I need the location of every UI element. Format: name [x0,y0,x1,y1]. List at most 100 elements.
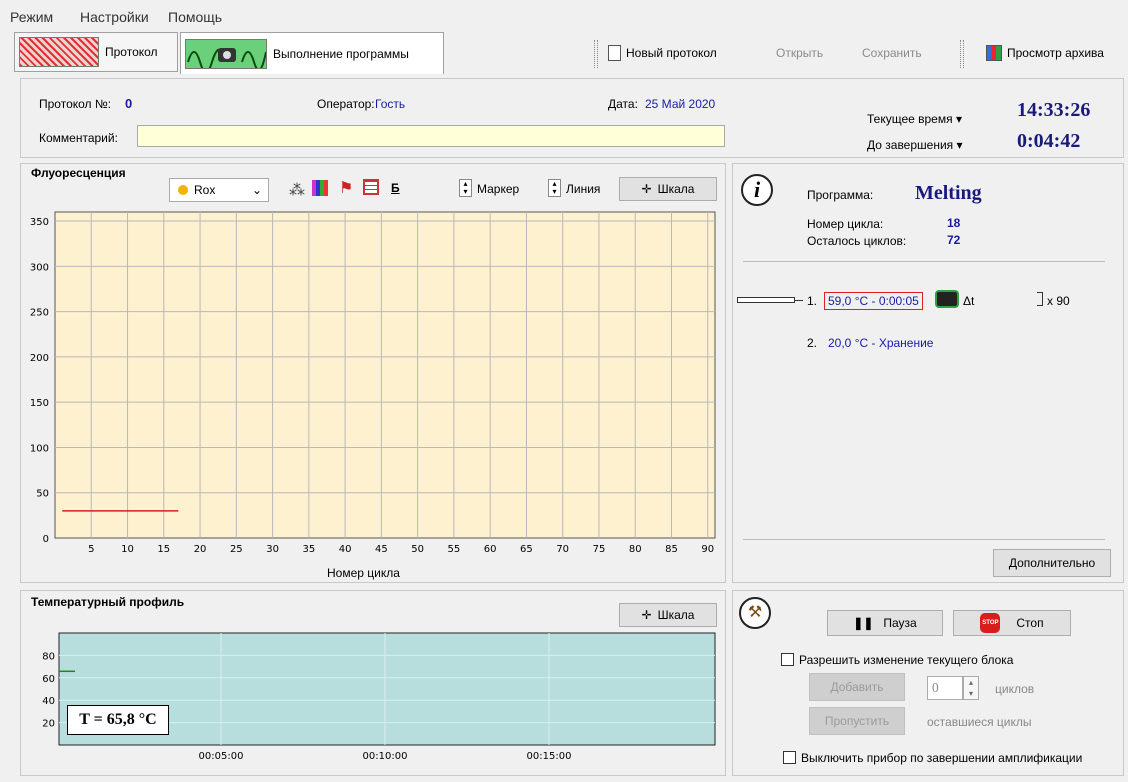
channel-value: Rox [194,183,216,197]
archive-label: Просмотр архива [1007,46,1104,60]
new-protocol-button[interactable]: Новый протокол [608,42,717,64]
fluorescence-scale-button[interactable]: ✛ Шкала [619,177,717,201]
operator-label: Оператор: [317,97,375,111]
stop-label: Стоп [1016,616,1044,630]
y-tick-label: 100 [30,443,49,454]
camera-icon [935,290,959,308]
x-tick-label: 60 [484,544,497,555]
menu-help[interactable]: Помощь [168,9,222,25]
program-info-panel: i Программа: Melting Номер цикла: 18 Ост… [732,163,1124,583]
allow-change-checkbox[interactable] [781,653,794,666]
fluorescence-title: Флуоресценция [31,166,126,180]
marker-spinner-icon[interactable]: ▴ ▾ [459,179,472,197]
chevron-down-icon: ▾ [956,138,963,152]
x-tick-label: 90 [701,544,714,555]
step1-value[interactable]: 59,0 °C - 0:00:05 [824,292,923,310]
step1-number: 1. [807,294,818,308]
comment-input[interactable] [137,125,725,147]
x-tick-label: 40 [339,544,352,555]
poweroff-checkbox[interactable] [783,751,796,764]
pause-label: Пауза [883,616,917,630]
protocol-header-panel: Протокол №: 0 Оператор: Гость Дата: 25 М… [20,78,1124,158]
stop-button[interactable]: STOP Стоп [953,610,1071,636]
crosshair-icon: ✛ [641,608,652,622]
stop-icon: STOP [980,613,1001,633]
cycle-number-value: 18 [947,216,961,230]
channel-select[interactable]: Rox ⌄ [169,178,269,202]
pause-button[interactable]: ❚❚ Пауза [827,610,943,636]
pin-tool-icon[interactable]: ⚑ [339,178,353,198]
divider [743,261,1105,262]
toolbar-separator [594,40,598,68]
menu-mode[interactable]: Режим [10,9,53,25]
date-label: Дата: [608,97,638,111]
archive-button[interactable]: Просмотр архива [986,42,1104,64]
delta-t-label: Δt [963,294,975,308]
x-tick-label: 55 [448,544,461,555]
cycles-label: циклов [995,682,1035,696]
x-tick-label: 70 [556,544,569,555]
line-spinner-icon[interactable]: ▴ ▾ [548,179,561,197]
step-connector [795,300,803,301]
tab-protocol[interactable]: Протокол [14,32,178,72]
pause-icon: ❚❚ [853,616,874,630]
date-value: 25 Май 2020 [645,97,716,111]
x-tick-label: 75 [593,544,606,555]
color-bars-icon[interactable] [312,180,328,196]
current-time-dropdown[interactable]: Текущее время ▾ [867,112,962,126]
y-tick-label: 250 [30,308,49,319]
remaining-time-dropdown[interactable]: До завершения ▾ [867,138,963,152]
temp-x-tick-label: 00:05:00 [199,751,244,762]
step2-value[interactable]: 20,0 °C - Хранение [828,336,933,350]
run-controls-panel: ⚒ ❚❚ Пауза STOP Стоп Разрешить изменение т… [732,590,1124,776]
comment-label: Комментарий: [39,131,118,145]
fluorescence-panel: Флуоресценция Rox ⌄ ⁂ ⚑ Б ▴ ▾ Маркер ▴ ▾ Л… [20,163,726,583]
poweroff-label: Выключить прибор по завершении амплифика… [801,751,1083,765]
remaining-time-label: До завершения [867,138,954,152]
y-tick-label: 300 [30,262,49,273]
cycles-input[interactable] [927,676,963,700]
temp-y-tick-label: 60 [42,674,55,685]
x-tick-label: 5 [88,544,94,555]
x-axis-label: Номер цикла [327,566,400,580]
baseline-b-button[interactable]: Б [391,181,400,195]
line-label: Линия [566,182,601,196]
tab-run-program[interactable]: Выполнение программы [180,32,444,74]
menu-settings[interactable]: Настройки [80,9,149,25]
temperature-scale-button[interactable]: ✛ Шкала [619,603,717,627]
step2-number: 2. [807,336,818,350]
wrench-icon: ⚒ [739,597,771,629]
tab-protocol-label: Протокол [105,45,158,59]
x-tick-label: 10 [121,544,134,555]
temperature-chart: 80 60 40 20 00:05:00 00:10:00 00:15:00 [42,632,716,762]
current-time-value: 14:33:26 [1017,99,1091,121]
crosshair-icon: ✛ [641,182,652,196]
x-tick-label: 85 [665,544,678,555]
save-button[interactable]: Сохранить [862,42,922,64]
x-tick-label: 25 [230,544,243,555]
new-document-icon [608,45,621,61]
more-button[interactable]: Дополнительно [993,549,1111,577]
temperature-title: Температурный профиль [31,595,185,609]
temp-x-tick-label: 00:15:00 [527,751,572,762]
protocol-number-value: 0 [125,96,133,111]
tab-run-label: Выполнение программы [273,46,409,61]
temp-y-tick-label: 20 [42,719,55,730]
operator-value: Гость [375,97,406,111]
allow-change-label: Разрешить изменение текущего блока [799,653,1014,667]
skip-button[interactable]: Пропустить [809,707,905,735]
temperature-panel: Температурный профиль ✛ Шкала 80 60 40 20 00:… [20,590,726,776]
y-tick-label: 350 [30,217,49,228]
program-label: Программа: [807,188,874,202]
protocol-tab-icon [19,37,99,67]
current-time-label: Текущее время [867,112,953,126]
chevron-down-icon: ▾ [955,112,962,126]
grid-icon[interactable] [363,179,379,195]
cycles-spinner-icon[interactable]: ▴ ▾ [963,676,979,700]
temp-y-tick-label: 40 [42,696,55,707]
wells-grid-icon[interactable]: ⁂ [289,180,305,200]
open-button[interactable]: Открыть [776,42,823,64]
y-tick-label: 200 [30,353,49,364]
add-button[interactable]: Добавить [809,673,905,701]
temp-y-tick-label: 80 [42,651,55,662]
